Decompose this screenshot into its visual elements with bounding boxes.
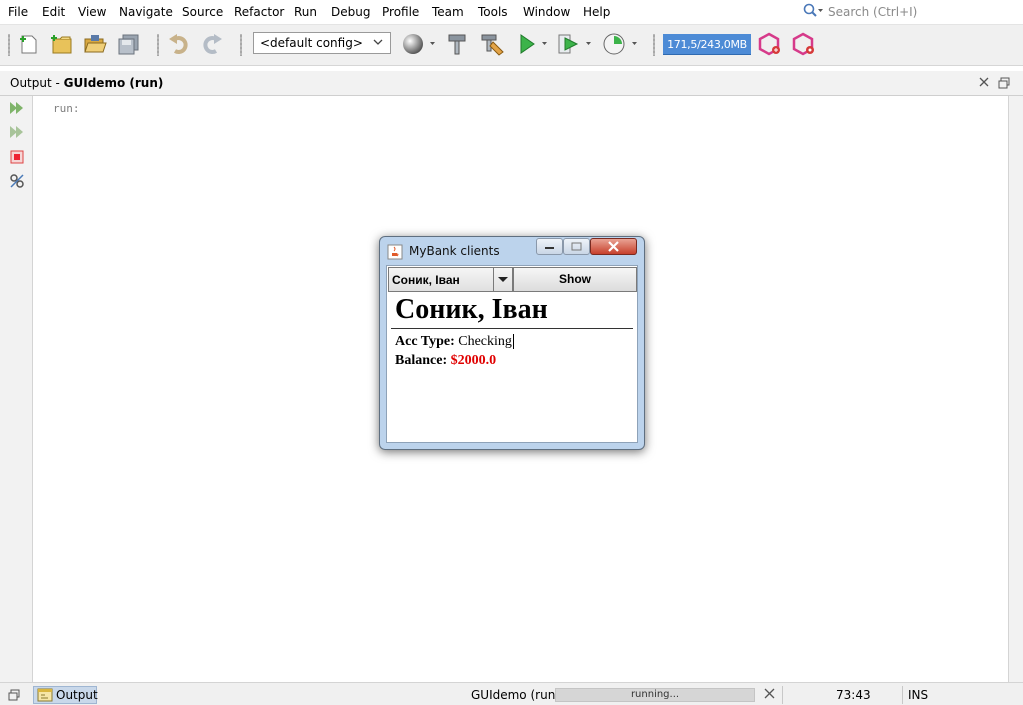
caret-position: 73:43 — [836, 688, 871, 702]
close-window-button[interactable] — [590, 238, 637, 255]
running-process-name[interactable]: GUIdemo (run) — [471, 688, 560, 702]
profiler-gc-icon[interactable] — [791, 32, 817, 59]
toolbar-separator — [157, 34, 159, 56]
maximize-button[interactable] — [563, 238, 590, 255]
output-scrollbar[interactable] — [1008, 96, 1023, 682]
magnifier-icon — [802, 3, 824, 22]
balance-label: Balance: — [395, 353, 448, 368]
menu-file[interactable]: File — [8, 5, 28, 19]
redo-icon[interactable] — [200, 33, 224, 58]
balance-value: $2000.0 — [450, 353, 497, 368]
menu-run[interactable]: Run — [294, 5, 317, 19]
search-placeholder: Search (Ctrl+I) — [828, 5, 918, 19]
profile-icon[interactable] — [601, 32, 641, 59]
minimize-button[interactable] — [536, 238, 563, 255]
triangle-down-icon[interactable] — [493, 268, 512, 291]
chevron-down-icon — [372, 36, 384, 51]
save-all-icon[interactable] — [117, 33, 141, 58]
menu-navigate[interactable]: Navigate — [119, 5, 173, 19]
menu-profile[interactable]: Profile — [382, 5, 419, 19]
menu-edit[interactable]: Edit — [42, 5, 65, 19]
client-name-heading: Соник, Іван — [395, 294, 548, 325]
cancel-process-icon[interactable] — [764, 688, 775, 702]
menu-bar: File Edit View Navigate Source Refactor … — [0, 0, 1023, 25]
stop-icon[interactable] — [9, 149, 25, 168]
config-combo[interactable]: <default config> — [253, 32, 391, 54]
config-combo-value: <default config> — [260, 36, 363, 50]
new-file-icon[interactable] — [18, 33, 40, 58]
output-window-title: Output - GUIdemo (run) — [10, 76, 163, 90]
debug-run-icon[interactable] — [557, 32, 595, 59]
output-window-icon — [37, 688, 53, 705]
mybank-clients-window: MyBank clients Соник, Іван Show Соник, І… — [379, 236, 645, 450]
output-tab[interactable]: Output — [33, 686, 98, 705]
output-title-project: GUIdemo (run) — [63, 76, 164, 90]
status-divider — [902, 686, 903, 704]
progress-bar: running... — [555, 688, 755, 702]
toolbar-grip — [8, 34, 10, 56]
menu-window[interactable]: Window — [523, 5, 570, 19]
build-hammer-icon[interactable] — [446, 32, 468, 59]
status-divider — [782, 686, 783, 704]
toolbar-separator — [653, 34, 655, 56]
output-title-prefix: Output - — [10, 76, 64, 90]
undo-icon[interactable] — [167, 33, 191, 58]
acc-type-label: Acc Type: — [395, 334, 455, 349]
output-window-header: Output - GUIdemo (run) — [0, 71, 1023, 96]
console-text: run: — [53, 102, 80, 115]
close-icon[interactable] — [978, 76, 990, 91]
output-actions-strip — [0, 96, 33, 682]
menu-source[interactable]: Source — [182, 5, 223, 19]
clean-build-icon[interactable] — [479, 32, 505, 59]
show-button[interactable]: Show — [513, 267, 637, 292]
acc-type-value: Checking — [458, 334, 514, 349]
progress-text: running... — [630, 689, 680, 700]
menu-view[interactable]: View — [78, 5, 106, 19]
open-project-icon[interactable] — [83, 33, 107, 58]
restore-window-icon[interactable] — [998, 77, 1010, 92]
insert-mode: INS — [908, 688, 929, 702]
acc-type-line: Acc Type: Checking — [395, 334, 514, 350]
menu-tools[interactable]: Tools — [478, 5, 508, 19]
window-title: MyBank clients — [409, 244, 500, 258]
minimized-window-icon[interactable] — [8, 689, 20, 704]
settings-icon[interactable] — [9, 173, 25, 192]
run-play-icon[interactable] — [516, 32, 550, 59]
menu-debug[interactable]: Debug — [331, 5, 370, 19]
menu-help[interactable]: Help — [583, 5, 610, 19]
client-panel: Соник, Іван Show Соник, Іван Acc Type: C… — [386, 265, 638, 443]
status-bar: Output GUIdemo (run) running... 73:43 IN… — [0, 682, 1023, 705]
globe-icon[interactable] — [401, 32, 437, 59]
profiler-snapshot-icon[interactable] — [757, 32, 783, 59]
rerun-with-params-icon[interactable] — [9, 124, 25, 143]
heading-divider — [391, 328, 633, 329]
java-cup-icon — [387, 244, 403, 263]
client-combo-value: Соник, Іван — [392, 273, 460, 287]
balance-line: Balance: $2000.0 — [395, 353, 496, 369]
toolbar-separator — [240, 34, 242, 56]
rerun-icon[interactable] — [9, 100, 25, 119]
main-toolbar: <default config> 171,5/243,0MB — [0, 25, 1023, 66]
menu-team[interactable]: Team — [432, 5, 464, 19]
menu-refactor[interactable]: Refactor — [234, 5, 284, 19]
client-combo[interactable]: Соник, Іван — [388, 267, 513, 292]
new-project-icon[interactable] — [50, 33, 74, 58]
output-tab-label: Output — [56, 688, 98, 702]
search-box[interactable]: Search (Ctrl+I) — [800, 3, 1016, 21]
memory-indicator[interactable]: 171,5/243,0MB — [663, 34, 751, 55]
